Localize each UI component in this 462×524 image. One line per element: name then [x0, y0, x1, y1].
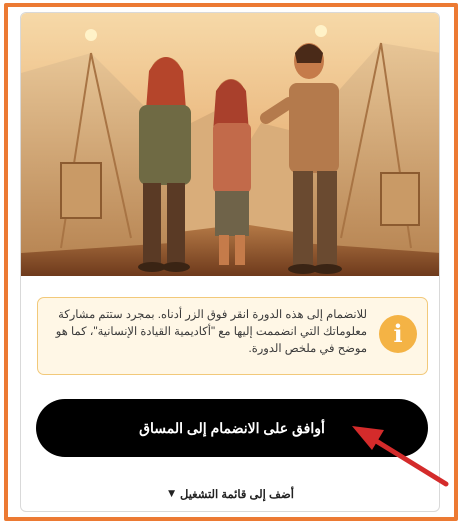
info-icon: i: [379, 315, 417, 353]
chevron-down-icon: ▼: [168, 489, 175, 499]
course-hero-image: [21, 13, 439, 276]
notice-text: للانضمام إلى هذه الدورة انقر فوق الزر أد…: [55, 309, 367, 355]
agree-join-course-button[interactable]: أوافق على الانضمام إلى المساق: [36, 399, 428, 457]
course-card: i للانضمام إلى هذه الدورة انقر فوق الزر …: [20, 12, 440, 512]
data-sharing-notice: i للانضمام إلى هذه الدورة انقر فوق الزر …: [37, 297, 428, 375]
add-to-playlist-link[interactable]: ▼ أضف إلى قائمة التشغيل: [21, 485, 439, 503]
join-button-label: أوافق على الانضمام إلى المساق: [139, 419, 325, 436]
playlist-label: أضف إلى قائمة التشغيل: [180, 489, 294, 501]
